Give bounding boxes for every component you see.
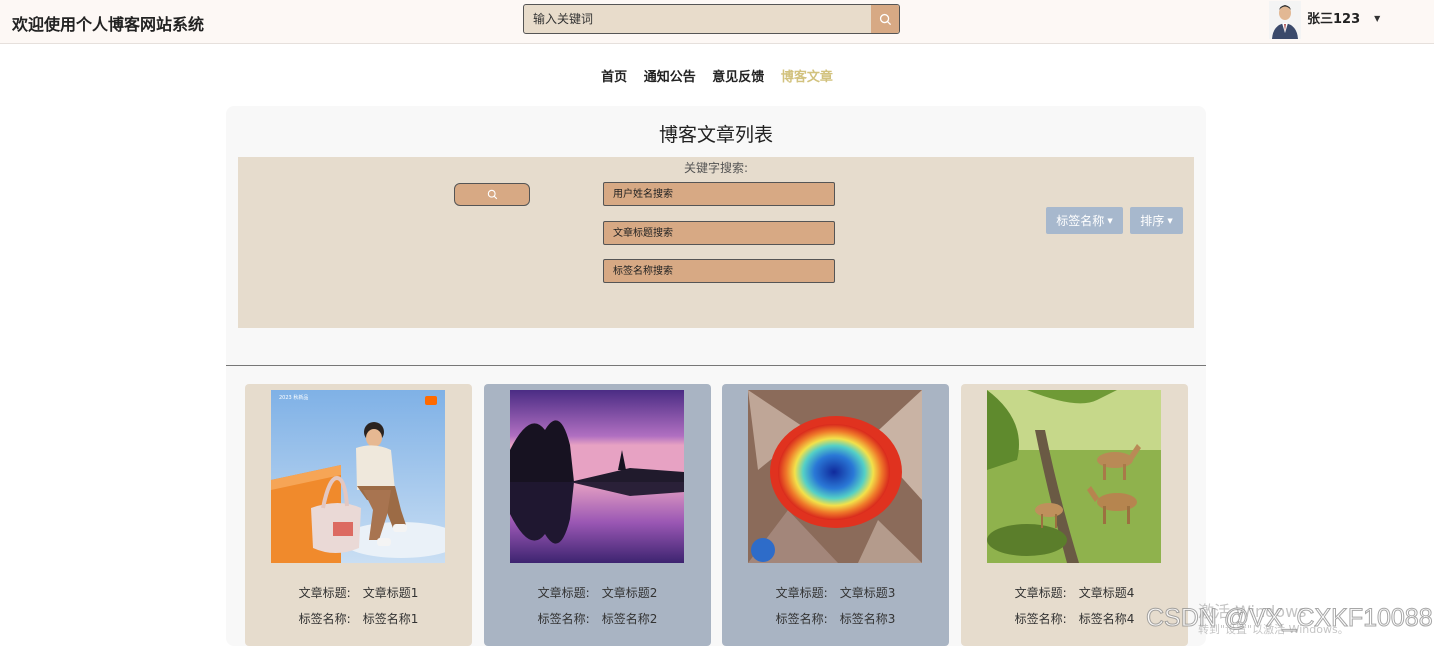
user-name: 张三123 bbox=[1307, 11, 1361, 27]
global-search-input[interactable] bbox=[524, 5, 872, 33]
article-title-row: 文章标题: 文章标题4 bbox=[961, 584, 1188, 601]
nav-item-notices[interactable]: 通知公告 bbox=[644, 70, 696, 85]
tag-dropdown-label: 标签名称 bbox=[1056, 214, 1105, 228]
main-nav: 首页 通知公告 意见反馈 博客文章 bbox=[0, 66, 1434, 85]
article-title-key: 文章标题: bbox=[1014, 586, 1067, 600]
article-tag: 标签名称3 bbox=[839, 612, 896, 626]
article-image bbox=[510, 390, 684, 563]
divider bbox=[226, 365, 1206, 366]
article-tag-row: 标签名称: 标签名称2 bbox=[484, 610, 711, 627]
filter-area: 关键字搜索: 标签名称▼ 排序▼ bbox=[238, 157, 1194, 328]
article-tag-key: 标签名称: bbox=[1014, 612, 1067, 626]
article-title-row: 文章标题: 文章标题3 bbox=[722, 584, 949, 601]
page-title: 博客文章列表 bbox=[658, 124, 773, 146]
article-tag: 标签名称1 bbox=[362, 612, 419, 626]
article-tag: 标签名称2 bbox=[601, 612, 658, 626]
article-card[interactable]: 2023 秋新品 文章标题: 文章标题1 标签名称: 标签名称1 bbox=[245, 384, 472, 646]
username-search-field[interactable] bbox=[603, 182, 835, 206]
tag-dropdown[interactable]: 标签名称 ▼ bbox=[1046, 207, 1123, 234]
article-card[interactable]: 文章标题: 文章标题2 标签名称: 标签名称2 bbox=[484, 384, 711, 646]
article-title-row: 文章标题: 文章标题1 bbox=[245, 584, 472, 601]
global-search bbox=[523, 4, 900, 34]
svg-text:2023 秋新品: 2023 秋新品 bbox=[279, 394, 308, 401]
global-search-button[interactable] bbox=[871, 5, 899, 33]
article-image bbox=[987, 390, 1161, 563]
search-icon bbox=[879, 13, 891, 25]
filter-label: 关键字搜索: bbox=[683, 161, 749, 175]
article-title: 文章标题2 bbox=[601, 586, 658, 600]
nav-item-blog[interactable]: 博客文章 bbox=[781, 70, 833, 85]
article-title: 文章标题1 bbox=[362, 586, 419, 600]
sort-dropdown[interactable]: 排序 ▼ bbox=[1130, 207, 1183, 234]
nav-item-feedback[interactable]: 意见反馈 bbox=[712, 70, 764, 85]
filter-search-button[interactable] bbox=[454, 183, 530, 206]
article-tag-row: 标签名称: 标签名称3 bbox=[722, 610, 949, 627]
article-tag-key: 标签名称: bbox=[775, 612, 828, 626]
user-menu[interactable]: 张三123 ▼ bbox=[1269, 0, 1380, 40]
avatar bbox=[1269, 1, 1301, 39]
article-title: 文章标题4 bbox=[1078, 586, 1135, 600]
article-tag: 标签名称4 bbox=[1078, 612, 1135, 626]
article-title-key: 文章标题: bbox=[775, 586, 828, 600]
article-title: 文章标题3 bbox=[839, 586, 896, 600]
article-tag-key: 标签名称: bbox=[298, 612, 351, 626]
csdn-watermark: CSDN @VX_CXKF10088 bbox=[1146, 604, 1434, 633]
article-tag-key: 标签名称: bbox=[537, 612, 590, 626]
article-title-key: 文章标题: bbox=[298, 586, 351, 600]
title-search-field[interactable] bbox=[603, 221, 835, 245]
article-image bbox=[748, 390, 922, 563]
article-tag-row: 标签名称: 标签名称1 bbox=[245, 610, 472, 627]
caret-down-icon: ▼ bbox=[1374, 13, 1381, 23]
caret-down-icon: ▼ bbox=[1167, 216, 1173, 225]
search-icon bbox=[487, 189, 497, 200]
caret-down-icon: ▼ bbox=[1107, 216, 1113, 225]
article-title-row: 文章标题: 文章标题2 bbox=[484, 584, 711, 601]
top-bar: 欢迎使用个人博客网站系统 张三123 ▼ bbox=[0, 0, 1434, 44]
article-image: 2023 秋新品 bbox=[271, 390, 445, 563]
blog-list-panel: 博客文章列表 关键字搜索: 标签名称▼ 排序▼ bbox=[226, 106, 1206, 646]
article-card[interactable]: 文章标题: 文章标题3 标签名称: 标签名称3 bbox=[722, 384, 949, 646]
tag-search-field[interactable] bbox=[603, 259, 835, 283]
nav-item-home[interactable]: 首页 bbox=[601, 70, 627, 85]
sort-dropdown-label: 排序 bbox=[1140, 214, 1165, 228]
site-title: 欢迎使用个人博客网站系统 bbox=[12, 15, 205, 34]
article-title-key: 文章标题: bbox=[537, 586, 590, 600]
